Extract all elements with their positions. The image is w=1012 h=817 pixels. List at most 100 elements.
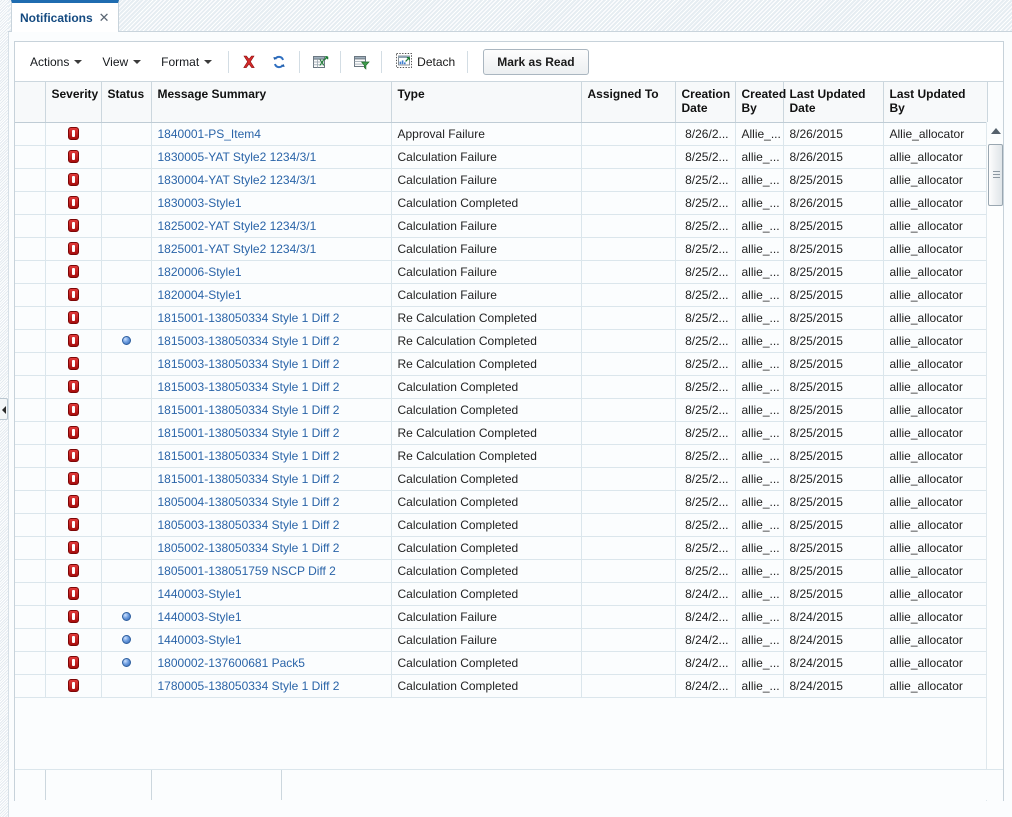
column-header-severity[interactable]: Severity: [45, 82, 102, 123]
message-summary-cell[interactable]: 1820004-Style1: [151, 283, 392, 307]
delete-x-icon[interactable]: [235, 48, 263, 76]
message-summary-link[interactable]: 1780005-138050334 Style 1 Diff 2: [158, 679, 340, 693]
message-summary-link[interactable]: 1440003-Style1: [158, 587, 242, 601]
scrollbar-thumb[interactable]: [988, 144, 1003, 206]
message-summary-cell[interactable]: 1815001-138050334 Style 1 Diff 2: [151, 421, 392, 445]
table-row[interactable]: 1830005-YAT Style2 1234/3/1 Calculation F…: [15, 145, 988, 169]
table-row[interactable]: 1820006-Style1 Calculation Failure 8/25/2.…: [15, 260, 988, 284]
table-row[interactable]: 1825001-YAT Style2 1234/3/1 Calculation F…: [15, 237, 988, 261]
message-summary-cell[interactable]: 1815001-138050334 Style 1 Diff 2: [151, 306, 392, 330]
export-to-excel-icon[interactable]: X: [306, 48, 334, 76]
vertical-scrollbar[interactable]: [986, 122, 1003, 801]
column-header-type[interactable]: Type: [391, 82, 582, 123]
message-summary-link[interactable]: 1820006-Style1: [158, 265, 242, 279]
query-by-example-icon[interactable]: [347, 48, 375, 76]
table-row[interactable]: 1800002-137600681 Pack5 Calculation Compl…: [15, 651, 988, 675]
table-row[interactable]: 1440003-Style1 Calculation Failure 8/24/2.…: [15, 605, 988, 629]
message-summary-cell[interactable]: 1440003-Style1: [151, 605, 392, 629]
message-summary-cell[interactable]: 1440003-Style1: [151, 582, 392, 606]
message-summary-cell[interactable]: 1815001-138050334 Style 1 Diff 2: [151, 444, 392, 468]
message-summary-link[interactable]: 1805003-138050334 Style 1 Diff 2: [158, 518, 340, 532]
column-header-created-by[interactable]: Created By: [735, 82, 786, 123]
message-summary-cell[interactable]: 1820006-Style1: [151, 260, 392, 284]
table-row[interactable]: 1815003-138050334 Style 1 Diff 2 Re Calcu…: [15, 329, 988, 353]
detach-button[interactable]: Detach: [389, 49, 462, 75]
message-summary-link[interactable]: 1815003-138050334 Style 1 Diff 2: [158, 334, 340, 348]
message-summary-link[interactable]: 1830005-YAT Style2 1234/3/1: [158, 150, 317, 164]
message-summary-link[interactable]: 1815001-138050334 Style 1 Diff 2: [158, 311, 340, 325]
table-row[interactable]: 1780005-138050334 Style 1 Diff 2 Calculat…: [15, 674, 988, 698]
message-summary-link[interactable]: 1815003-138050334 Style 1 Diff 2: [158, 380, 340, 394]
column-header-row-handle[interactable]: [15, 82, 46, 123]
message-summary-link[interactable]: 1815003-138050334 Style 1 Diff 2: [158, 357, 340, 371]
column-header-status[interactable]: Status: [101, 82, 152, 123]
message-summary-cell[interactable]: 1825002-YAT Style2 1234/3/1: [151, 214, 392, 238]
column-header-message-summary[interactable]: Message Summary: [151, 82, 392, 123]
table-row[interactable]: 1440003-Style1 Calculation Failure 8/24/2.…: [15, 628, 988, 652]
table-row[interactable]: 1815001-138050334 Style 1 Diff 2 Calculat…: [15, 467, 988, 491]
message-summary-cell[interactable]: 1800002-137600681 Pack5: [151, 651, 392, 675]
message-summary-cell[interactable]: 1815003-138050334 Style 1 Diff 2: [151, 375, 392, 399]
table-row[interactable]: 1805001-138051759 NSCP Diff 2 Calculation…: [15, 559, 988, 583]
message-summary-cell[interactable]: 1440003-Style1: [151, 628, 392, 652]
message-summary-cell[interactable]: 1805003-138050334 Style 1 Diff 2: [151, 513, 392, 537]
message-summary-link[interactable]: 1840001-PS_Item4: [158, 127, 261, 141]
table-row[interactable]: 1820004-Style1 Calculation Failure 8/25/2.…: [15, 283, 988, 307]
view-menu-button[interactable]: View: [93, 51, 150, 73]
message-summary-cell[interactable]: 1805004-138050334 Style 1 Diff 2: [151, 490, 392, 514]
format-menu-button[interactable]: Format: [152, 51, 221, 73]
message-summary-cell[interactable]: 1840001-PS_Item4: [151, 122, 392, 146]
message-summary-link[interactable]: 1830004-YAT Style2 1234/3/1: [158, 173, 317, 187]
column-header-last-updated-by[interactable]: Last Updated By: [883, 82, 988, 123]
table-row[interactable]: 1840001-PS_Item4 Approval Failure 8/26/2..…: [15, 122, 988, 146]
message-summary-cell[interactable]: 1815001-138050334 Style 1 Diff 2: [151, 398, 392, 422]
message-summary-cell[interactable]: 1830004-YAT Style2 1234/3/1: [151, 168, 392, 192]
message-summary-cell[interactable]: 1830005-YAT Style2 1234/3/1: [151, 145, 392, 169]
message-summary-cell[interactable]: 1815001-138050334 Style 1 Diff 2: [151, 467, 392, 491]
message-summary-link[interactable]: 1440003-Style1: [158, 633, 242, 647]
message-summary-link[interactable]: 1825002-YAT Style2 1234/3/1: [158, 219, 317, 233]
message-summary-cell[interactable]: 1825001-YAT Style2 1234/3/1: [151, 237, 392, 261]
message-summary-cell[interactable]: 1815003-138050334 Style 1 Diff 2: [151, 352, 392, 376]
mark-as-read-button[interactable]: Mark as Read: [483, 48, 589, 75]
message-summary-cell[interactable]: 1805001-138051759 NSCP Diff 2: [151, 559, 392, 583]
message-summary-link[interactable]: 1815001-138050334 Style 1 Diff 2: [158, 449, 340, 463]
column-header-assigned-to[interactable]: Assigned To: [581, 82, 676, 123]
scrollbar-track[interactable]: [987, 139, 1003, 784]
table-row[interactable]: 1815003-138050334 Style 1 Diff 2 Calculat…: [15, 375, 988, 399]
tab-notifications[interactable]: Notifications ✕: [11, 0, 119, 32]
refresh-icon[interactable]: [265, 48, 293, 76]
close-icon[interactable]: ✕: [99, 11, 110, 24]
column-header-creation-date[interactable]: Creation Date: [675, 82, 736, 123]
table-row[interactable]: 1830003-Style1 Calculation Completed 8/25/…: [15, 191, 988, 215]
message-summary-cell[interactable]: 1780005-138050334 Style 1 Diff 2: [151, 674, 392, 698]
table-row[interactable]: 1805004-138050334 Style 1 Diff 2 Calculat…: [15, 490, 988, 514]
table-row[interactable]: 1830004-YAT Style2 1234/3/1 Calculation F…: [15, 168, 988, 192]
table-row[interactable]: 1815001-138050334 Style 1 Diff 2 Re Calcu…: [15, 421, 988, 445]
message-summary-link[interactable]: 1800002-137600681 Pack5: [158, 656, 305, 670]
expand-left-panel-handle[interactable]: [0, 398, 8, 420]
scroll-up-arrow-icon[interactable]: [987, 122, 1003, 139]
table-row[interactable]: 1815001-138050334 Style 1 Diff 2 Re Calcu…: [15, 444, 988, 468]
message-summary-link[interactable]: 1820004-Style1: [158, 288, 242, 302]
table-row[interactable]: 1805002-138050334 Style 1 Diff 2 Calculat…: [15, 536, 988, 560]
message-summary-cell[interactable]: 1805002-138050334 Style 1 Diff 2: [151, 536, 392, 560]
message-summary-link[interactable]: 1815001-138050334 Style 1 Diff 2: [158, 403, 340, 417]
table-row[interactable]: 1825002-YAT Style2 1234/3/1 Calculation F…: [15, 214, 988, 238]
table-row[interactable]: 1815001-138050334 Style 1 Diff 2 Calculat…: [15, 398, 988, 422]
message-summary-link[interactable]: 1805001-138051759 NSCP Diff 2: [158, 564, 336, 578]
table-row[interactable]: 1815003-138050334 Style 1 Diff 2 Re Calcu…: [15, 352, 988, 376]
message-summary-cell[interactable]: 1815003-138050334 Style 1 Diff 2: [151, 329, 392, 353]
table-row[interactable]: 1440003-Style1 Calculation Completed 8/24/…: [15, 582, 988, 606]
table-row[interactable]: 1815001-138050334 Style 1 Diff 2 Re Calcu…: [15, 306, 988, 330]
message-summary-link[interactable]: 1825001-YAT Style2 1234/3/1: [158, 242, 317, 256]
message-summary-link[interactable]: 1815001-138050334 Style 1 Diff 2: [158, 426, 340, 440]
message-summary-link[interactable]: 1805004-138050334 Style 1 Diff 2: [158, 495, 340, 509]
table-row[interactable]: 1805003-138050334 Style 1 Diff 2 Calculat…: [15, 513, 988, 537]
message-summary-link[interactable]: 1815001-138050334 Style 1 Diff 2: [158, 472, 340, 486]
message-summary-cell[interactable]: 1830003-Style1: [151, 191, 392, 215]
actions-menu-button[interactable]: Actions: [21, 51, 91, 73]
message-summary-link[interactable]: 1830003-Style1: [158, 196, 242, 210]
column-header-last-updated-date[interactable]: Last Updated Date: [783, 82, 884, 123]
message-summary-link[interactable]: 1440003-Style1: [158, 610, 242, 624]
